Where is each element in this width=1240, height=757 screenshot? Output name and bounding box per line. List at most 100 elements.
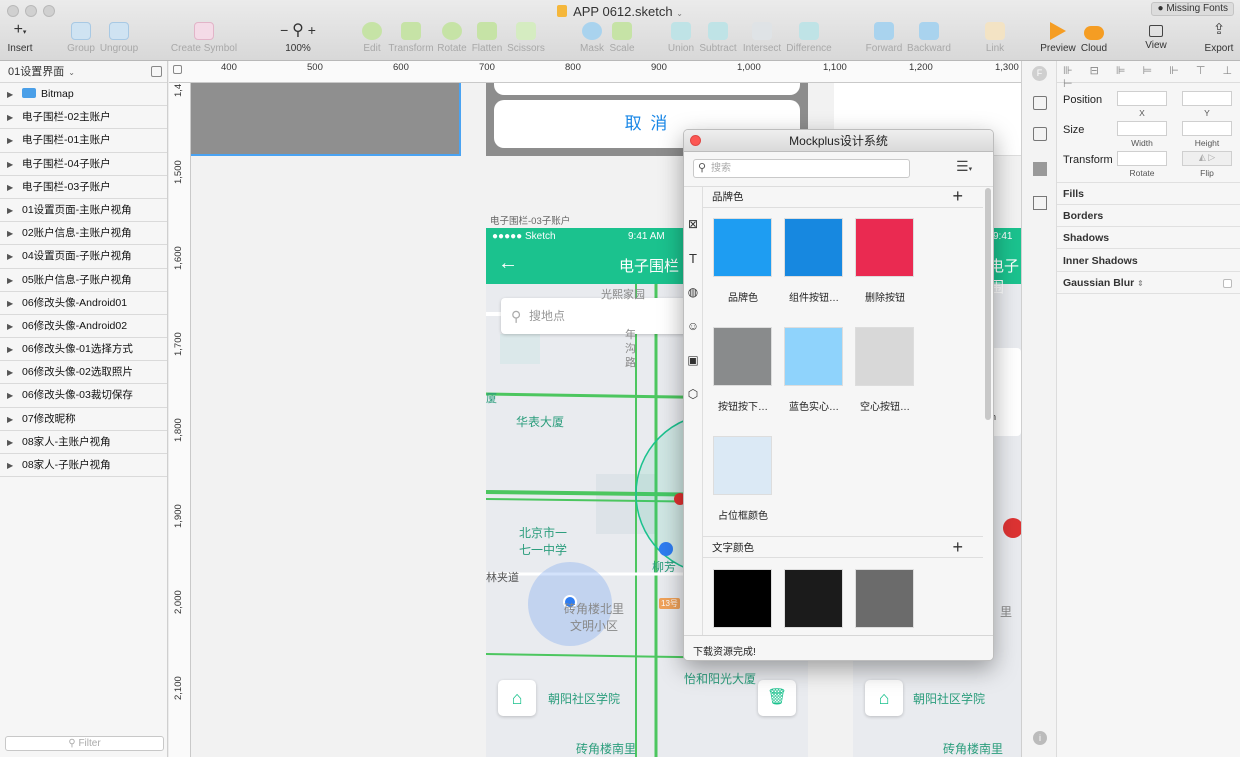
layer-item[interactable]: ▶ 08家人-主账户视角 <box>0 431 167 454</box>
disclosure-triangle-icon[interactable]: ▶ <box>7 431 13 454</box>
plugin-icon[interactable]: F <box>1032 66 1047 81</box>
insert-button[interactable]: +▾ Insert <box>7 22 33 55</box>
grid-squares-icon[interactable] <box>1033 162 1047 176</box>
swatch-color[interactable] <box>713 327 772 386</box>
transform-button[interactable]: Transform <box>388 22 434 54</box>
layer-item[interactable]: ▶ 08家人-子账户视角 <box>0 454 167 478</box>
swatch-color[interactable] <box>713 436 772 495</box>
layer-item[interactable]: ▶ 04设置页面-子账户视角 <box>0 245 167 269</box>
cloud-button[interactable]: Cloud <box>1078 22 1110 54</box>
swatch-color[interactable] <box>713 218 772 277</box>
disclosure-triangle-icon[interactable]: ▶ <box>7 384 13 407</box>
info-icon[interactable]: i <box>1033 731 1047 745</box>
inspector-doc-icon[interactable] <box>1033 127 1047 141</box>
inner-shadows-section[interactable]: Inner Shadows <box>1057 250 1240 272</box>
layer-item[interactable]: ▶ Bitmap <box>0 83 167 107</box>
add-icon[interactable]: + <box>952 536 963 558</box>
swatch-color[interactable] <box>784 327 843 386</box>
layer-item[interactable]: ▶ 02账户信息-主账户视角 <box>0 222 167 246</box>
rotate-button[interactable]: Rotate <box>436 22 468 54</box>
text-color-swatch[interactable] <box>713 569 772 628</box>
layer-item[interactable]: ▶ 电子围栏-02主账户 <box>0 106 167 130</box>
intersect-button[interactable]: Intersect <box>740 22 784 54</box>
plugin-search-input[interactable]: ⚲ 搜索 <box>693 159 910 178</box>
home-icon[interactable]: ⌂ <box>498 680 536 716</box>
add-icon[interactable]: + <box>952 185 963 207</box>
disclosure-triangle-icon[interactable]: ▶ <box>7 129 13 152</box>
export-button[interactable]: ⇪ Export <box>1200 22 1238 55</box>
disclosure-triangle-icon[interactable]: ▶ <box>7 269 13 292</box>
disclosure-triangle-icon[interactable]: ▶ <box>7 361 13 384</box>
disclosure-triangle-icon[interactable]: ▶ <box>7 83 13 106</box>
disclosure-triangle-icon[interactable]: ▶ <box>7 408 13 431</box>
emoji-tab-icon[interactable]: ☺ <box>686 319 700 333</box>
layer-item[interactable]: ▶ 电子围栏-01主账户 <box>0 129 167 153</box>
borders-section[interactable]: Borders <box>1057 205 1240 227</box>
scale-button[interactable]: Scale <box>607 22 637 54</box>
create-symbol-button[interactable]: Create Symbol <box>170 22 238 54</box>
swatch-color[interactable] <box>784 218 843 277</box>
swatch-color[interactable] <box>855 327 914 386</box>
ungroup-button[interactable]: Ungroup <box>99 22 139 54</box>
bitmap-layer[interactable] <box>191 83 461 156</box>
disclosure-triangle-icon[interactable]: ▶ <box>7 454 13 477</box>
flip-buttons[interactable]: ◭ ▷ <box>1182 151 1232 166</box>
height-field[interactable] <box>1182 121 1232 136</box>
trash-icon[interactable]: 🗑 <box>758 680 796 716</box>
image-tab-icon[interactable]: ▣ <box>686 353 700 367</box>
palette-tab-icon[interactable]: ◍ <box>686 285 700 299</box>
difference-button[interactable]: Difference <box>786 22 832 54</box>
text-tab-icon[interactable]: T <box>686 251 700 266</box>
edit-button[interactable]: Edit <box>358 22 386 54</box>
layer-item[interactable]: ▶ 06修改头像-Android02 <box>0 315 167 339</box>
preview-button[interactable]: Preview <box>1040 22 1076 54</box>
layer-item[interactable]: ▶ 05账户信息-子账户视角 <box>0 269 167 292</box>
y-field[interactable] <box>1182 91 1232 106</box>
layer-item[interactable]: ▶ 01设置页面-主账户视角 <box>0 199 167 223</box>
disclosure-triangle-icon[interactable]: ▶ <box>7 199 13 222</box>
align-toolbar[interactable]: ⊪ ⊟ ⊫ ⊨ ⊩ ⊤ ⊥ ⊢ <box>1057 61 1240 90</box>
disclosure-triangle-icon[interactable]: ▶ <box>7 292 13 315</box>
filter-input[interactable]: ⚲ Filter <box>5 736 164 751</box>
text-color-swatch[interactable] <box>784 569 843 628</box>
gaussian-blur-checkbox[interactable] <box>1223 279 1232 288</box>
union-button[interactable]: Union <box>666 22 696 54</box>
layer-item[interactable]: ▶ 电子围栏-03子账户 <box>0 176 167 199</box>
map-search-input[interactable]: ⚲ 搜地点 <box>501 298 691 334</box>
layer-item[interactable]: ▶ 06修改头像-02选取照片 <box>0 361 167 385</box>
group-button[interactable]: Group <box>63 22 99 54</box>
plugin-scrollbar[interactable] <box>985 188 991 420</box>
layer-item[interactable]: ▶ 电子围栏-04子账户 <box>0 153 167 176</box>
disclosure-triangle-icon[interactable]: ▶ <box>7 176 13 199</box>
x-field[interactable] <box>1117 91 1167 106</box>
disclosure-triangle-icon[interactable]: ▶ <box>7 153 13 176</box>
subtract-button[interactable]: Subtract <box>698 22 738 54</box>
back-arrow-icon[interactable]: ← <box>498 252 518 275</box>
collapse-pages-icon[interactable] <box>151 66 162 77</box>
plugin-close-button[interactable] <box>690 135 701 146</box>
swatch-color[interactable] <box>855 218 914 277</box>
disclosure-triangle-icon[interactable]: ▶ <box>7 245 13 268</box>
link-button[interactable]: Link <box>982 22 1008 54</box>
text-color-swatch[interactable] <box>855 569 914 628</box>
layer-item[interactable]: ▶ 06修改头像-01选择方式 <box>0 338 167 362</box>
ruler-horizontal[interactable]: 400 500 600 700 800 900 1,000 1,100 1,200 1,300 <box>169 61 1021 83</box>
disclosure-triangle-icon[interactable]: ▶ <box>7 106 13 129</box>
layer-item[interactable]: ▶ 06修改头像-03裁切保存 <box>0 384 167 408</box>
disclosure-triangle-icon[interactable]: ▶ <box>7 222 13 245</box>
table-icon[interactable] <box>1033 196 1047 210</box>
forward-button[interactable]: Forward <box>864 22 904 54</box>
layer-item[interactable]: ▶ 07修改昵称 <box>0 408 167 431</box>
fills-section[interactable]: Fills <box>1057 183 1240 205</box>
mask-button[interactable]: Mask <box>577 22 607 54</box>
zoom-control[interactable]: − ⚲ +100% <box>272 22 324 54</box>
backward-button[interactable]: Backward <box>906 22 952 54</box>
home-icon[interactable]: ⌂ <box>865 680 903 716</box>
symbol-tab-icon[interactable]: ⊠ <box>686 217 700 231</box>
view-button[interactable]: View <box>1140 22 1172 51</box>
artboard-label[interactable]: 电子围栏-03子账户 <box>490 213 570 227</box>
disclosure-triangle-icon[interactable]: ▶ <box>7 315 13 338</box>
shadows-section[interactable]: Shadows <box>1057 227 1240 249</box>
width-field[interactable] <box>1117 121 1167 136</box>
gaussian-blur-section[interactable]: Gaussian Blur ⇕ <box>1057 272 1240 294</box>
